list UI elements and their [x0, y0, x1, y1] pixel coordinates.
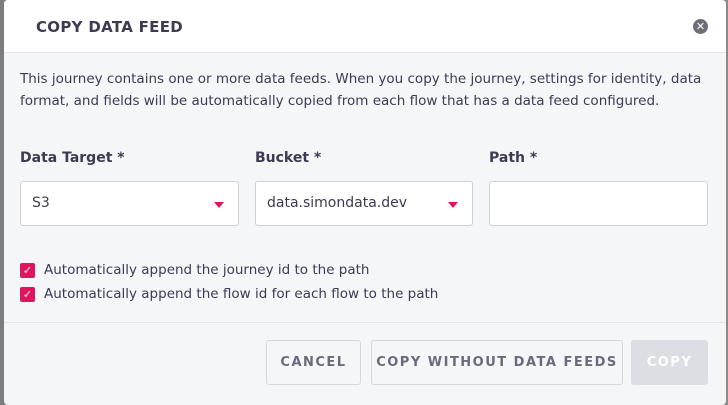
- copy-button[interactable]: COPY: [631, 340, 708, 385]
- path-label: Path *: [489, 150, 538, 166]
- dialog-description: This journey contains one or more data f…: [20, 71, 702, 109]
- chevron-down-icon: [448, 202, 458, 208]
- data-target-label: Data Target *: [20, 150, 125, 166]
- close-icon[interactable]: ✕: [693, 19, 708, 34]
- append-journey-id-label: Automatically append the journey id to t…: [44, 262, 370, 278]
- checkbox-checked-icon[interactable]: ✓: [20, 262, 35, 278]
- footer-divider: [4, 322, 726, 323]
- bucket-value: data.simondata.dev: [267, 195, 408, 211]
- append-flow-id-label: Automatically append the flow id for eac…: [44, 286, 439, 302]
- data-target-value: S3: [32, 195, 50, 211]
- bucket-select[interactable]: data.simondata.dev: [255, 181, 473, 226]
- data-target-select[interactable]: S3: [20, 181, 239, 226]
- cancel-button[interactable]: CANCEL: [266, 340, 361, 385]
- dialog-header: COPY DATA FEED ✕: [4, 0, 726, 53]
- path-input[interactable]: [489, 181, 708, 226]
- append-journey-id-option[interactable]: ✓ Automatically append the journey id to…: [20, 261, 369, 279]
- chevron-down-icon: [214, 202, 224, 208]
- copy-without-data-feeds-button[interactable]: COPY WITHOUT DATA FEEDS: [371, 340, 623, 385]
- dialog-title: COPY DATA FEED: [36, 18, 184, 36]
- append-flow-id-option[interactable]: ✓ Automatically append the flow id for e…: [20, 285, 438, 303]
- copy-data-feed-dialog: COPY DATA FEED ✕ This journey contains o…: [4, 0, 726, 405]
- checkbox-checked-icon[interactable]: ✓: [20, 286, 35, 302]
- bucket-label: Bucket *: [255, 150, 322, 166]
